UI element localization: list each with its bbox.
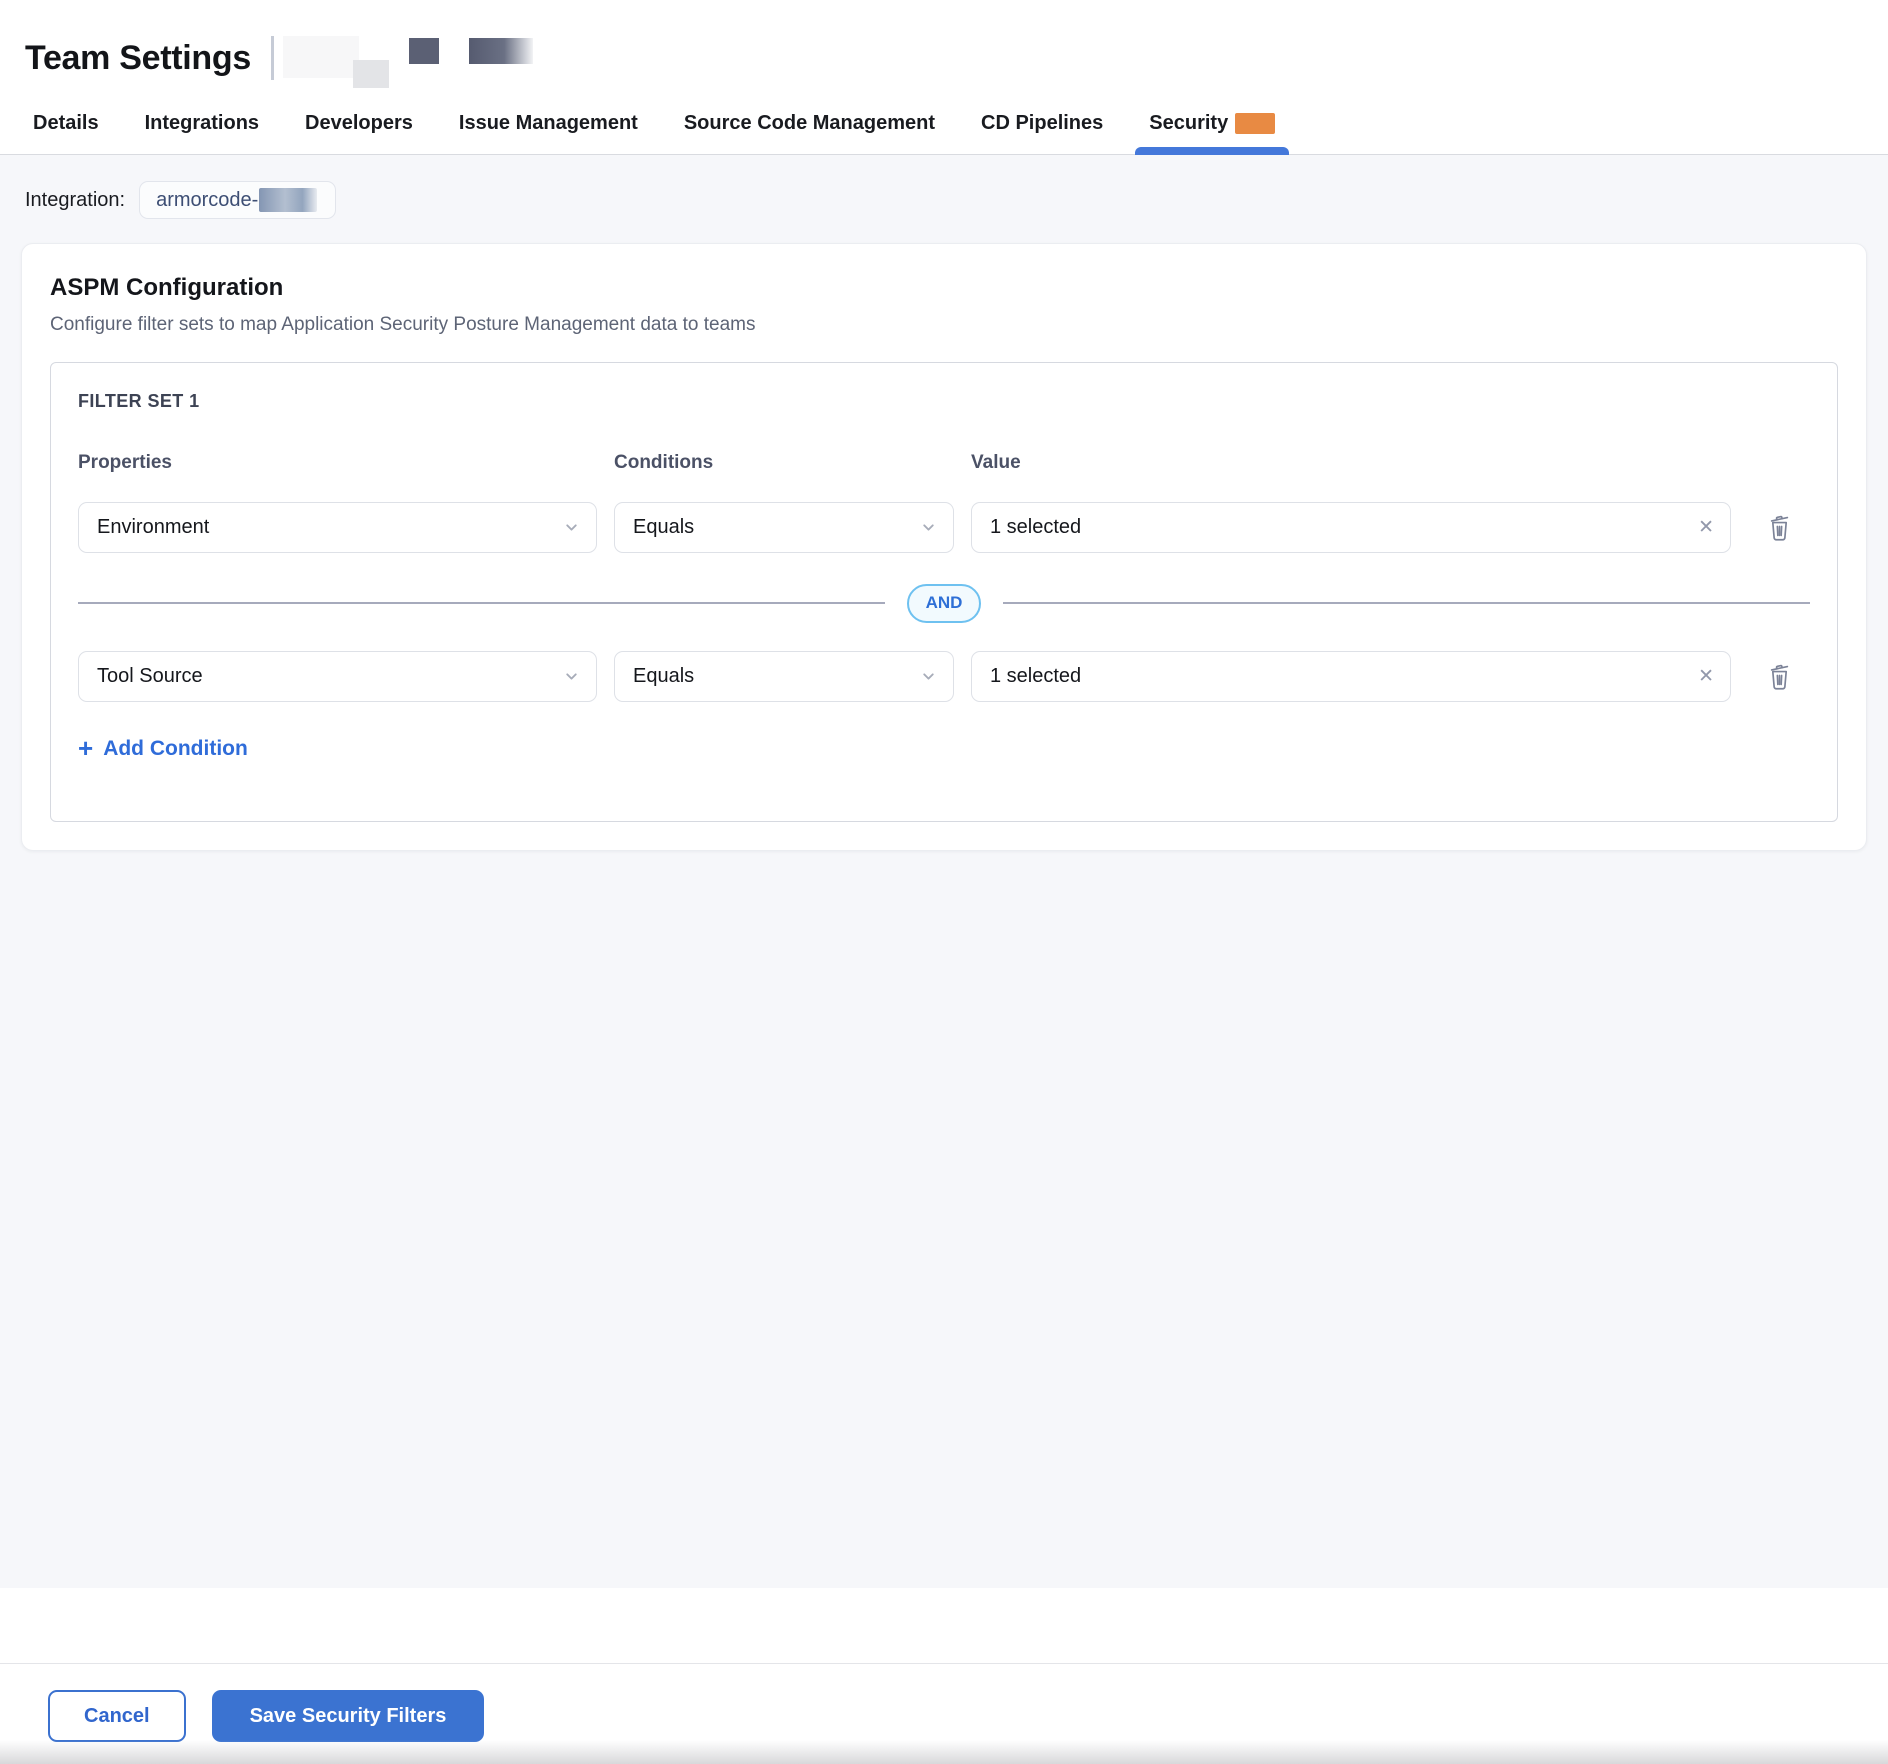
tab-security[interactable]: Security [1133,92,1291,154]
card-subtitle: Configure filter sets to map Application… [50,314,1838,336]
trash-icon [1766,529,1793,544]
chevron-down-icon [563,668,580,685]
chevron-down-icon [563,519,580,536]
tab-source-code-management[interactable]: Source Code Management [668,92,951,154]
integration-row: Integration: armorcode- [21,181,1867,219]
column-header-properties: Properties [78,452,597,474]
condition-select[interactable]: Equals [614,651,954,702]
tab-cd-pipelines[interactable]: CD Pipelines [965,92,1119,154]
content-area: Integration: armorcode- ASPM Configurati… [0,155,1888,1588]
page-footer: Cancel Save Security Filters [0,1588,1888,1764]
page-header: Team Settings Details Integrations Devel… [0,0,1888,155]
bottom-fade [0,1740,1888,1764]
column-headers: Properties Conditions Value [78,452,1810,474]
clear-selection-icon[interactable]: ✕ [1698,518,1714,537]
tab-label: Security [1149,112,1228,135]
title-row: Team Settings [0,0,1888,92]
value-selected-count: 1 selected [990,516,1081,539]
chevron-down-icon [920,519,937,536]
filter-set-title: FILTER SET 1 [78,391,1810,412]
tab-issue-management[interactable]: Issue Management [443,92,654,154]
property-select-value: Tool Source [97,665,203,688]
condition-row-2: Tool Source Equals 1 selected ✕ [78,651,1810,702]
tab-integrations[interactable]: Integrations [129,92,275,154]
team-settings-page: Team Settings Details Integrations Devel… [0,0,1888,1764]
column-header-value: Value [971,452,1731,474]
redacted-block [353,60,389,88]
tab-label: Integrations [145,112,259,135]
condition-select[interactable]: Equals [614,502,954,553]
tab-developers[interactable]: Developers [289,92,429,154]
integration-label: Integration: [25,189,125,212]
value-selected-count: 1 selected [990,665,1081,688]
divider-line [1003,602,1810,604]
delete-condition-button[interactable] [1764,659,1795,695]
redacted-title-suffix [271,30,601,86]
footer-actions: Cancel Save Security Filters [0,1664,1888,1742]
tab-label: Developers [305,112,413,135]
save-security-filters-button[interactable]: Save Security Filters [212,1690,485,1742]
add-condition-label: Add Condition [103,737,248,761]
redacted-integration-suffix [259,188,317,212]
redacted-block [283,36,359,78]
tab-label: Details [33,112,99,135]
condition-select-value: Equals [633,516,694,539]
integration-value-prefix: armorcode- [156,189,258,212]
cancel-button[interactable]: Cancel [48,1690,186,1742]
condition-select-value: Equals [633,665,694,688]
page-title: Team Settings [25,39,251,78]
property-select[interactable]: Environment [78,502,597,553]
trash-icon [1766,678,1793,693]
aspm-configuration-card: ASPM Configuration Configure filter sets… [21,243,1867,851]
title-divider [271,36,274,80]
column-header-conditions: Conditions [614,452,954,474]
tab-bar: Details Integrations Developers Issue Ma… [0,92,1888,155]
property-select[interactable]: Tool Source [78,651,597,702]
chevron-down-icon [920,668,937,685]
redacted-block [409,38,439,64]
plus-icon: + [78,735,93,761]
active-tab-underline [1135,147,1289,155]
clear-selection-icon[interactable]: ✕ [1698,667,1714,686]
tab-details[interactable]: Details [17,92,115,154]
tab-label: CD Pipelines [981,112,1103,135]
security-tab-badge-redacted [1235,113,1275,134]
tab-label: Issue Management [459,112,638,135]
condition-row-1: Environment Equals 1 selected ✕ [78,502,1810,553]
and-operator-divider: AND [78,583,1810,623]
footer-spacer [0,1588,1888,1663]
card-title: ASPM Configuration [50,274,1838,302]
value-multiselect[interactable]: 1 selected ✕ [971,651,1731,702]
integration-value-pill[interactable]: armorcode- [139,181,336,219]
divider-line [78,602,885,604]
property-select-value: Environment [97,516,209,539]
add-condition-button[interactable]: + Add Condition [78,736,248,762]
tab-label: Source Code Management [684,112,935,135]
filter-set-1: FILTER SET 1 Properties Conditions Value… [50,362,1838,822]
delete-condition-button[interactable] [1764,510,1795,546]
redacted-block [469,38,533,64]
value-multiselect[interactable]: 1 selected ✕ [971,502,1731,553]
and-operator-pill[interactable]: AND [907,584,982,623]
